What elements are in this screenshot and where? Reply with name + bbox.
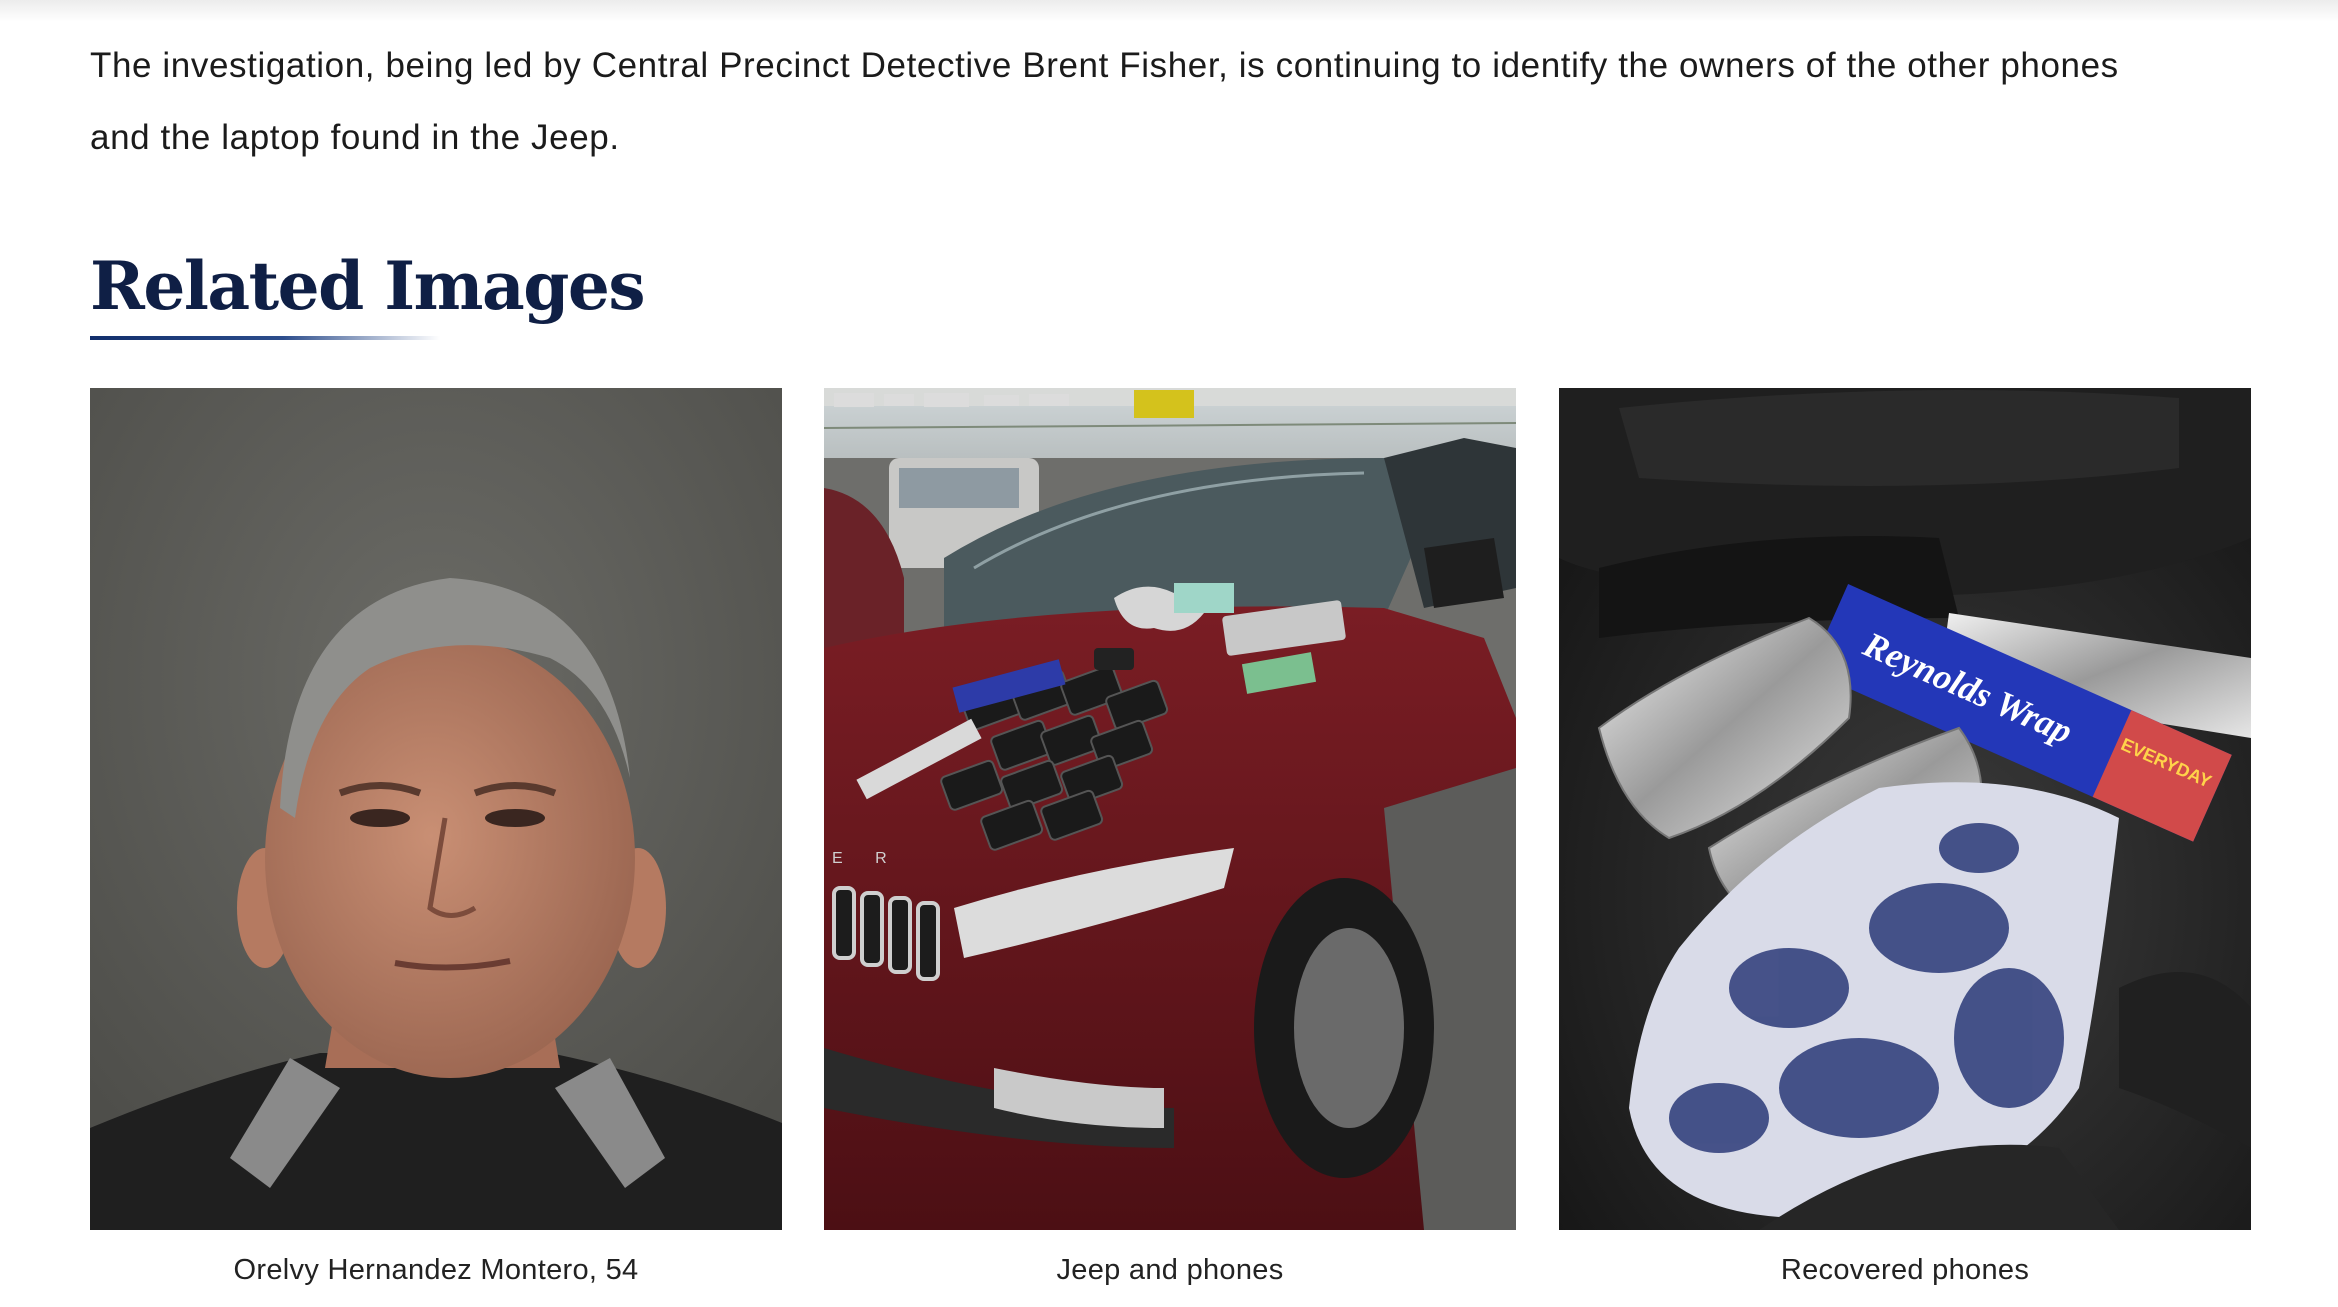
grille-letters: E R [832, 850, 901, 867]
jeep-photo[interactable]: E R [824, 388, 1516, 1230]
image-caption: Jeep and phones [1056, 1254, 1284, 1286]
related-images-heading: Related Images [90, 247, 646, 325]
paragraph-line-2: and the laptop found in the Jeep. [90, 118, 620, 157]
recovered-photo[interactable]: Reynolds Wrap EVERYDAY [1559, 388, 2251, 1230]
related-image-card-mugshot[interactable]: Orelvy Hernandez Montero, 54 [90, 388, 782, 1287]
jeep-image: E R [824, 388, 1516, 1230]
related-image-card-jeep[interactable]: E R Jeep and phones [824, 388, 1516, 1287]
image-caption: Orelvy Hernandez Montero, 54 [233, 1254, 639, 1286]
mugshot-photo[interactable] [90, 388, 782, 1230]
related-image-card-recovered[interactable]: Reynolds Wrap EVERYDAY Recovered phones [1559, 388, 2251, 1287]
image-caption: Recovered phones [1780, 1254, 2030, 1286]
recovered-image: Reynolds Wrap EVERYDAY [1559, 388, 2251, 1230]
paragraph-line-1: The investigation, being led by Central … [90, 46, 2119, 85]
top-fade [0, 0, 2338, 22]
heading-underline [90, 336, 440, 340]
mugshot-image [90, 388, 782, 1230]
article-paragraph: The investigation, being led by Central … [90, 30, 2270, 174]
